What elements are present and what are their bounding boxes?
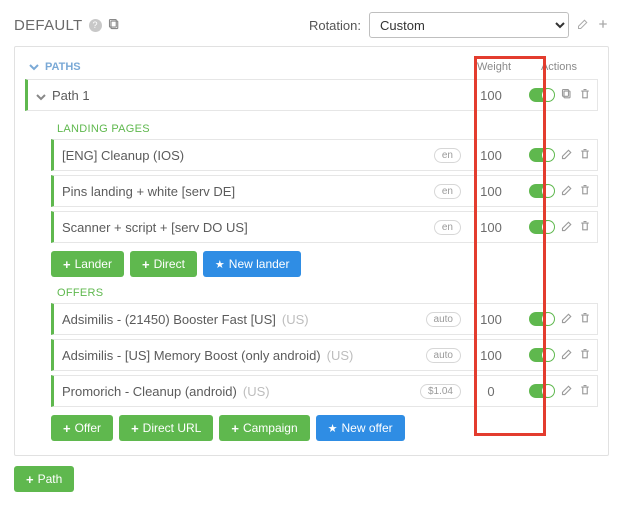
pencil-icon[interactable]: [561, 348, 573, 363]
weight-value: 100: [461, 148, 521, 163]
offers-section-label: OFFERS: [25, 279, 598, 303]
weight-value: 100: [461, 348, 521, 363]
add-campaign-button[interactable]: +Campaign: [219, 415, 309, 441]
weight-value: 100: [461, 88, 521, 103]
lang-pill: en: [434, 184, 461, 199]
rotation-label: Rotation:: [309, 18, 361, 33]
add-direct-button[interactable]: +Direct: [130, 251, 197, 277]
landing-name: Pins landing + white [serv DE]: [62, 184, 235, 199]
plus-icon[interactable]: [597, 18, 609, 33]
offer-name: Adsimilis - (21450) Booster Fast [US]: [62, 312, 276, 327]
toggle-switch[interactable]: [529, 220, 555, 234]
auto-pill: auto: [426, 348, 461, 363]
pencil-icon[interactable]: [561, 220, 573, 235]
path-name: Path 1: [52, 88, 90, 103]
landing-row[interactable]: Pins landing + white [serv DE] en 100: [51, 175, 598, 207]
weight-value: 100: [461, 220, 521, 235]
rotation-select[interactable]: Custom: [369, 12, 569, 38]
trash-icon[interactable]: [579, 384, 591, 399]
offer-row[interactable]: Promorich - Cleanup (android) (US) $1.04…: [51, 375, 598, 407]
toggle-switch[interactable]: [529, 148, 555, 162]
actions-column: Actions: [524, 61, 594, 73]
offer-suffix: (US): [282, 312, 309, 327]
price-pill: $1.04: [420, 384, 461, 399]
weight-value: 0: [461, 384, 521, 399]
offer-suffix: (US): [327, 348, 354, 363]
toggle-switch[interactable]: [529, 384, 555, 398]
chevron-down-icon[interactable]: [36, 90, 46, 100]
trash-icon[interactable]: [579, 312, 591, 327]
add-lander-button[interactable]: +Lander: [51, 251, 124, 277]
trash-icon[interactable]: [579, 148, 591, 163]
toggle-switch[interactable]: [529, 312, 555, 326]
landing-row[interactable]: [ENG] Cleanup (IOS) en 100: [51, 139, 598, 171]
chevron-down-icon[interactable]: [29, 62, 39, 72]
copy-icon[interactable]: [561, 88, 573, 103]
landing-section-label: LANDING PAGES: [25, 115, 598, 139]
landing-row[interactable]: Scanner + script + [serv DO US] en 100: [51, 211, 598, 243]
pencil-icon[interactable]: [561, 312, 573, 327]
toggle-switch[interactable]: [529, 348, 555, 362]
help-icon[interactable]: ?: [89, 19, 102, 32]
paths-panel: PATHS Weight Actions Path 1 100 LANDING …: [14, 46, 609, 456]
lang-pill: en: [434, 148, 461, 163]
offer-suffix: (US): [243, 384, 270, 399]
offer-row[interactable]: Adsimilis - [US] Memory Boost (only andr…: [51, 339, 598, 371]
pencil-icon[interactable]: [561, 148, 573, 163]
trash-icon[interactable]: [579, 348, 591, 363]
pencil-icon[interactable]: [577, 18, 589, 33]
add-direct-url-button[interactable]: +Direct URL: [119, 415, 213, 441]
weight-value: 100: [461, 312, 521, 327]
toggle-switch[interactable]: [529, 184, 555, 198]
trash-icon[interactable]: [579, 220, 591, 235]
landing-name: Scanner + script + [serv DO US]: [62, 220, 248, 235]
paths-label: PATHS: [45, 61, 81, 73]
lang-pill: en: [434, 220, 461, 235]
pencil-icon[interactable]: [561, 184, 573, 199]
weight-column: Weight: [464, 61, 524, 73]
pencil-icon[interactable]: [561, 384, 573, 399]
new-offer-button[interactable]: ★New offer: [316, 415, 405, 441]
weight-value: 100: [461, 184, 521, 199]
trash-icon[interactable]: [579, 88, 591, 103]
offer-name: Adsimilis - [US] Memory Boost (only andr…: [62, 348, 321, 363]
path-row[interactable]: Path 1 100: [25, 79, 598, 111]
trash-icon[interactable]: [579, 184, 591, 199]
toggle-switch[interactable]: [529, 88, 555, 102]
copy-icon[interactable]: [108, 18, 120, 33]
add-path-button[interactable]: +Path: [14, 466, 74, 492]
page-title: DEFAULT: [14, 17, 83, 34]
offer-name: Promorich - Cleanup (android): [62, 384, 237, 399]
landing-name: [ENG] Cleanup (IOS): [62, 148, 184, 163]
offer-row[interactable]: Adsimilis - (21450) Booster Fast [US] (U…: [51, 303, 598, 335]
add-offer-button[interactable]: +Offer: [51, 415, 113, 441]
new-lander-button[interactable]: ★New lander: [203, 251, 302, 277]
auto-pill: auto: [426, 312, 461, 327]
